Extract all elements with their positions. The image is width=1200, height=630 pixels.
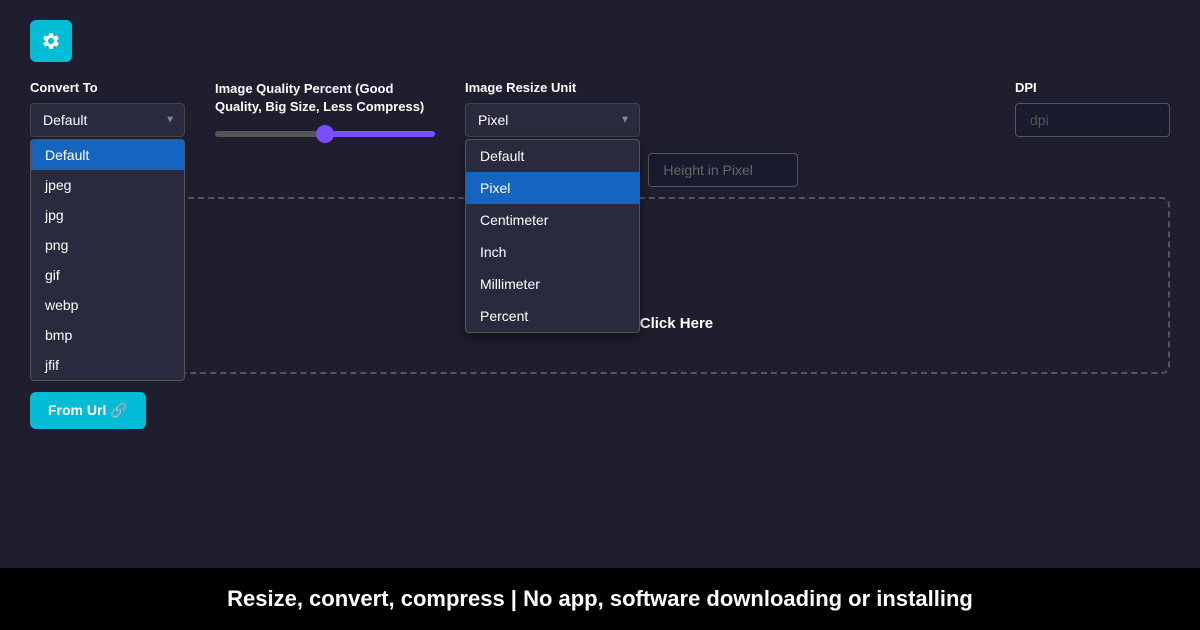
upper-controls: Convert To Default Default jpeg jpg png …	[30, 80, 1170, 187]
quality-slider[interactable]	[215, 131, 435, 137]
quality-group: Image Quality Percent (Good Quality, Big…	[215, 80, 435, 142]
resize-unit-select[interactable]: Pixel	[465, 103, 640, 137]
height-input[interactable]	[648, 153, 798, 187]
convert-option-jpeg[interactable]: jpeg	[31, 170, 184, 200]
gear-icon	[41, 31, 61, 51]
dpi-input[interactable]	[1015, 103, 1170, 137]
resize-select-wrapper[interactable]: Pixel Default Pixel Centimeter Inch Mill…	[465, 103, 640, 137]
convert-option-gif[interactable]: gif	[31, 260, 184, 290]
convert-to-label: Convert To	[30, 80, 185, 95]
convert-to-group: Convert To Default Default jpeg jpg png …	[30, 80, 185, 137]
convert-to-dropdown[interactable]: Default jpeg jpg png gif webp bmp jfif	[30, 139, 185, 381]
unit-option-inch[interactable]: Inch	[466, 236, 639, 268]
unit-option-default[interactable]: Default	[466, 140, 639, 172]
convert-option-jfif[interactable]: jfif	[31, 350, 184, 380]
gear-button[interactable]	[30, 20, 72, 62]
quality-label: Image Quality Percent (Good Quality, Big…	[215, 80, 435, 116]
dpi-label: DPI	[1015, 80, 1170, 95]
banner-text: Resize, convert, compress | No app, soft…	[227, 586, 973, 612]
convert-option-webp[interactable]: webp	[31, 290, 184, 320]
unit-option-centimeter[interactable]: Centimeter	[466, 204, 639, 236]
convert-option-bmp[interactable]: bmp	[31, 320, 184, 350]
unit-option-millimeter[interactable]: Millimeter	[466, 268, 639, 300]
convert-option-jpg[interactable]: jpg	[31, 200, 184, 230]
unit-dropdown[interactable]: Default Pixel Centimeter Inch Millimeter…	[465, 139, 640, 333]
bottom-banner: Resize, convert, compress | No app, soft…	[0, 568, 1200, 630]
resize-group: Image Resize Unit Pixel Default Pixel Ce…	[465, 80, 798, 187]
main-area: Convert To Default Default jpeg jpg png …	[0, 0, 1200, 568]
dpi-group: DPI	[1015, 80, 1170, 137]
convert-option-default[interactable]: Default	[31, 140, 184, 170]
unit-option-percent[interactable]: Percent	[466, 300, 639, 332]
from-url-button[interactable]: From Url 🔗	[30, 392, 146, 429]
unit-option-pixel[interactable]: Pixel	[466, 172, 639, 204]
convert-to-select-wrapper[interactable]: Default Default jpeg jpg png gif webp bm…	[30, 103, 185, 137]
slider-container	[215, 124, 435, 142]
resize-unit-label: Image Resize Unit	[465, 80, 798, 95]
convert-to-select[interactable]: Default	[30, 103, 185, 137]
convert-option-png[interactable]: png	[31, 230, 184, 260]
